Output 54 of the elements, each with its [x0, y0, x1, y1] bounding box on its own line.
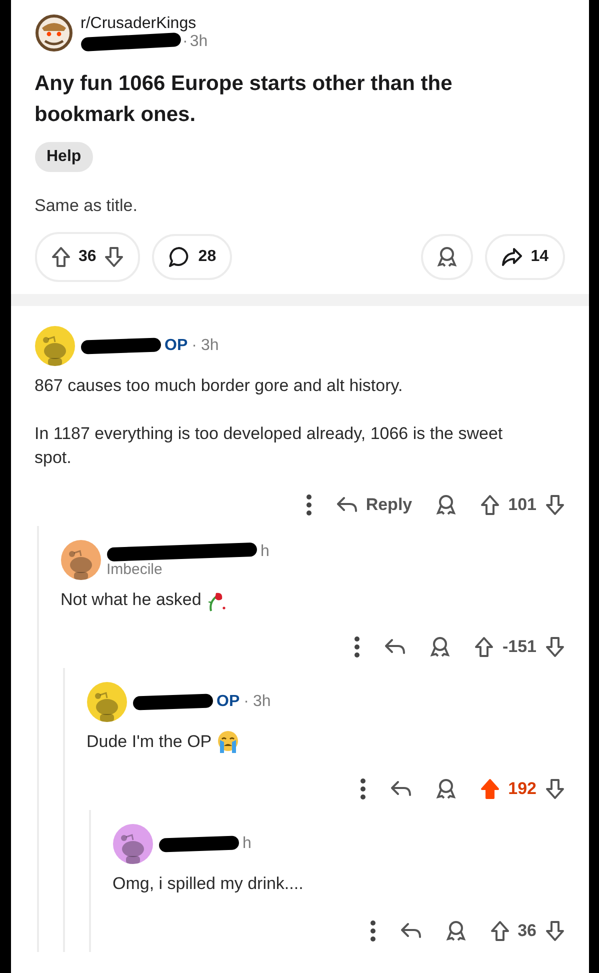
- subreddit-name[interactable]: r/CrusaderKings: [80, 15, 208, 33]
- award-button[interactable]: [420, 234, 473, 280]
- more-options-icon[interactable]: [370, 920, 376, 942]
- downvote-icon[interactable]: [544, 920, 564, 942]
- vote-score: 101: [508, 495, 536, 515]
- share-button[interactable]: 14: [484, 234, 564, 280]
- more-options-icon[interactable]: [354, 636, 360, 658]
- vote-score: 36: [518, 921, 536, 941]
- reply-icon[interactable]: [336, 495, 358, 515]
- reply-button[interactable]: Reply: [336, 495, 412, 515]
- share-icon: [500, 247, 523, 267]
- upvote-icon[interactable]: [50, 246, 70, 268]
- post-body: Same as title.: [34, 196, 138, 216]
- comment-time: 3h: [252, 693, 271, 711]
- separator-dot: ·: [182, 33, 188, 51]
- op-label: OP: [216, 693, 240, 711]
- separator-dot: ·: [192, 337, 197, 355]
- comment-text: Omg, i spilled my drink....: [112, 873, 304, 895]
- award-icon[interactable]: [436, 246, 457, 268]
- comment-icon: [168, 246, 190, 268]
- downvote-icon[interactable]: [544, 494, 564, 516]
- downvote-icon[interactable]: [104, 246, 124, 268]
- vote-score: 192: [508, 779, 536, 799]
- comment-time: h: [242, 835, 252, 853]
- award-icon[interactable]: [436, 778, 456, 800]
- comment-time: h: [260, 542, 270, 560]
- award-icon[interactable]: [436, 494, 456, 516]
- post-flair: Help: [34, 142, 94, 172]
- upvote-icon[interactable]: [474, 636, 494, 658]
- downvote-icon[interactable]: [544, 778, 564, 800]
- upvote-icon[interactable]: [480, 778, 500, 800]
- comments-button[interactable]: 28: [152, 234, 232, 280]
- separator-dot: ·: [244, 693, 249, 711]
- comment-text: Dude I'm the OP: [86, 731, 212, 753]
- post-title: Any fun 1066 Europe starts other than the bookmark ones.: [34, 71, 454, 128]
- comment-text: Not what he asked: [60, 589, 202, 611]
- award-icon[interactable]: [430, 636, 450, 658]
- op-label: OP: [164, 337, 188, 355]
- user-flair: Imbecile: [106, 560, 164, 578]
- vote-score: -151: [502, 637, 536, 657]
- more-options-icon[interactable]: [360, 778, 366, 800]
- upvote-icon[interactable]: [490, 920, 510, 942]
- reply-icon[interactable]: [400, 921, 422, 941]
- downvote-icon[interactable]: [544, 636, 564, 658]
- post-time: 3h: [190, 33, 208, 51]
- upvote-icon[interactable]: [480, 494, 500, 516]
- award-icon[interactable]: [446, 920, 466, 942]
- reply-icon[interactable]: [390, 779, 412, 799]
- comment-text: 867 causes too much border gore and alt history. In 1187 everything is too developed already, 1066 is the sweet spot.: [34, 375, 504, 469]
- comment-time: 3h: [200, 337, 219, 355]
- vote-count: 36: [78, 248, 96, 266]
- subreddit-icon[interactable]: [34, 14, 72, 52]
- reply-icon[interactable]: [384, 637, 406, 657]
- more-options-icon[interactable]: [306, 494, 312, 516]
